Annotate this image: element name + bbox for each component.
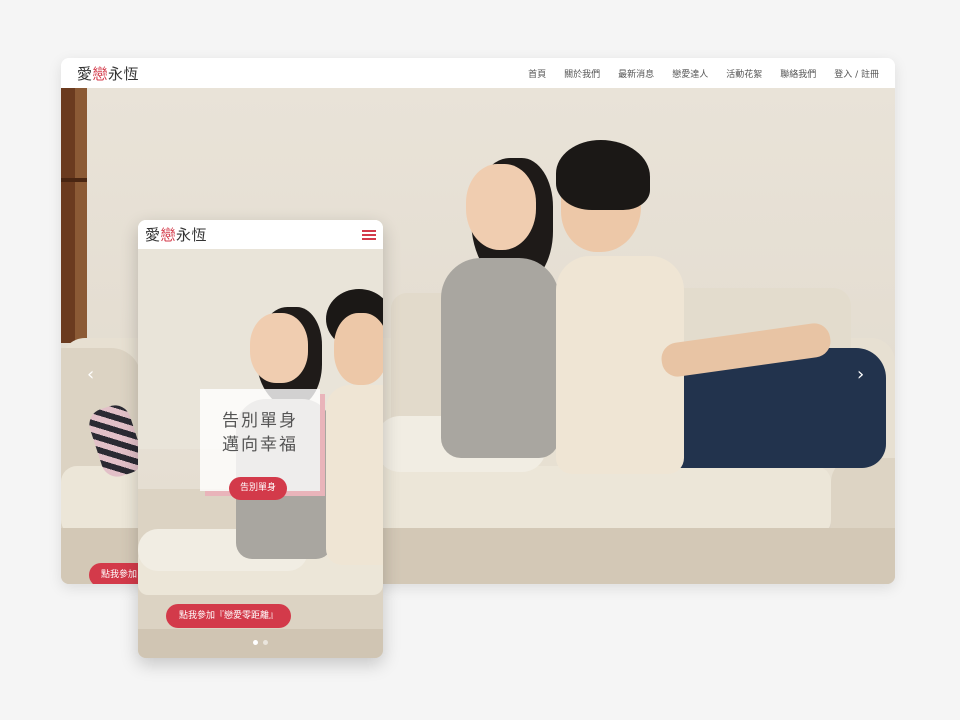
carousel-dot-2[interactable] (263, 640, 268, 645)
nav-home[interactable]: 首頁 (528, 67, 546, 80)
mobile-preview: 愛戀永恆 告別單身 邁向幸福 告別單身 點我參加『戀愛零距離』 (138, 220, 383, 658)
nav-login[interactable]: 登入 / 註冊 (834, 67, 879, 80)
hamburger-menu-icon[interactable] (362, 229, 376, 240)
mobile-navbar: 愛戀永恆 (138, 220, 383, 249)
nav-contact[interactable]: 聯絡我們 (780, 67, 816, 80)
tagline-text: 告別單身 邁向幸福 (222, 411, 298, 455)
chevron-right-icon[interactable]: › (857, 366, 864, 384)
carousel-dot-1[interactable] (253, 640, 258, 645)
nav-experts[interactable]: 戀愛達人 (672, 67, 708, 80)
mobile-hero-image: 告別單身 邁向幸福 告別單身 點我參加『戀愛零距離』 (138, 249, 383, 658)
desktop-navbar: 愛戀永恆 首頁 關於我們 最新消息 戀愛達人 活動花絮 聯絡我們 登入 / 註冊 (61, 58, 895, 88)
carousel-dots (138, 640, 383, 645)
tagline-box: 告別單身 邁向幸福 (200, 389, 320, 491)
say-goodbye-single-button[interactable]: 告別單身 (229, 477, 288, 500)
site-logo[interactable]: 愛戀永恆 (77, 63, 139, 84)
join-love-event-button[interactable]: 點我參加『戀愛零距離』 (166, 604, 292, 628)
nav-about[interactable]: 關於我們 (564, 67, 600, 80)
mobile-logo[interactable]: 愛戀永恆 (145, 224, 207, 245)
bookshelf (61, 88, 87, 343)
woman (466, 164, 536, 250)
nav-news[interactable]: 最新消息 (618, 67, 654, 80)
desktop-menu: 首頁 關於我們 最新消息 戀愛達人 活動花絮 聯絡我們 登入 / 註冊 (528, 67, 879, 80)
chevron-left-icon[interactable]: ‹ (87, 366, 94, 384)
nav-events[interactable]: 活動花絮 (726, 67, 762, 80)
